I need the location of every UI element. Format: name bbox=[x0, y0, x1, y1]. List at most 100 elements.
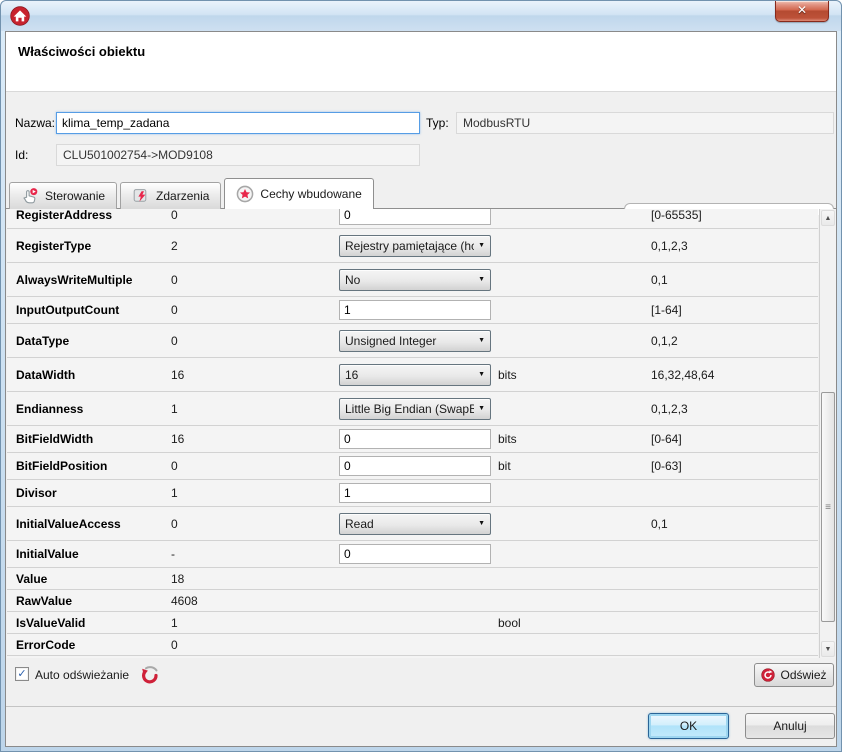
property-name: AlwaysWriteMultiple bbox=[16, 273, 132, 287]
id-field: CLU501002754->MOD9108 bbox=[56, 144, 420, 166]
property-row: IsValueValid 1 bool bbox=[7, 612, 818, 634]
property-row: RawValue4608 bbox=[7, 590, 818, 612]
cancel-button[interactable]: Anuluj bbox=[745, 713, 835, 739]
property-select[interactable]: Little Big Endian (SwapB▼ bbox=[339, 398, 491, 420]
tab-bar: Sterowanie Zdarzenia Cec bbox=[9, 178, 377, 209]
property-current-value: 2 bbox=[171, 239, 178, 253]
property-range: 0,1 bbox=[651, 517, 668, 531]
property-range: 0,1,2,3 bbox=[651, 239, 688, 253]
property-unit: bits bbox=[498, 432, 517, 446]
auto-refresh-label: Auto odświeżanie bbox=[35, 668, 129, 682]
property-unit: bool bbox=[498, 616, 521, 630]
property-value-input[interactable] bbox=[339, 456, 491, 476]
property-current-value: 0 bbox=[171, 209, 178, 222]
id-label: Id: bbox=[15, 148, 28, 162]
property-range: [1-64] bbox=[651, 303, 682, 317]
selected-option-label: No bbox=[345, 273, 474, 287]
ok-button[interactable]: OK bbox=[648, 713, 729, 739]
property-current-value: 16 bbox=[171, 432, 184, 446]
property-row: InputOutputCount 0 [1-64] bbox=[7, 297, 818, 324]
property-value-input[interactable] bbox=[339, 483, 491, 503]
name-label: Nazwa: bbox=[15, 116, 55, 130]
property-row: InitialValueAccess0Read▼0,1 bbox=[7, 507, 818, 541]
property-row: Divisor 1 bbox=[7, 480, 818, 507]
chevron-down-icon: ▼ bbox=[474, 520, 485, 527]
property-range: 0,1,2 bbox=[651, 334, 678, 348]
dialog-button-bar: OK Anuluj bbox=[6, 706, 836, 746]
chevron-down-icon: ▼ bbox=[474, 371, 485, 378]
chevron-down-icon: ▼ bbox=[474, 405, 485, 412]
chevron-down-icon: ▼ bbox=[474, 242, 485, 249]
vertical-scrollbar[interactable]: ▲ ≡ ▼ bbox=[819, 209, 836, 658]
property-row: DataWidth1616▼bits16,32,48,64 bbox=[7, 358, 818, 392]
property-select[interactable]: Read▼ bbox=[339, 513, 491, 535]
property-current-value: 1 bbox=[171, 616, 178, 630]
property-row: Value 18 bbox=[7, 568, 818, 590]
property-name: Endianness bbox=[16, 402, 83, 416]
property-current-value: 1 bbox=[171, 402, 178, 416]
refresh-button-icon bbox=[761, 668, 775, 682]
property-current-value: 16 bbox=[171, 368, 184, 382]
page-title: Właściwości obiektu bbox=[18, 44, 145, 59]
close-button[interactable]: ✕ bbox=[775, 1, 829, 22]
selected-option-label: Unsigned Integer bbox=[345, 334, 474, 348]
refresh-row: ✓ Auto odświeżanie Odśwież bbox=[6, 659, 836, 695]
property-name: RegisterType bbox=[16, 239, 91, 253]
property-select[interactable]: 16▼ bbox=[339, 364, 491, 386]
property-name: InputOutputCount bbox=[16, 303, 119, 317]
scroll-down-icon[interactable]: ▼ bbox=[821, 641, 835, 657]
property-range: 16,32,48,64 bbox=[651, 368, 714, 382]
property-select[interactable]: Unsigned Integer▼ bbox=[339, 330, 491, 352]
property-current-value: 1 bbox=[171, 486, 178, 500]
property-value-input[interactable] bbox=[339, 209, 491, 225]
property-row: InitialValue- bbox=[7, 541, 818, 568]
selected-option-label: Little Big Endian (SwapB bbox=[345, 402, 474, 416]
property-value-input[interactable] bbox=[339, 544, 491, 564]
property-value-input[interactable] bbox=[339, 429, 491, 449]
property-select[interactable]: No▼ bbox=[339, 269, 491, 291]
type-label: Typ: bbox=[426, 116, 449, 130]
property-range: 0,1 bbox=[651, 273, 668, 287]
object-properties-dialog: Właściwości obiektu Nazwa: Typ: ModbusRT… bbox=[5, 31, 837, 747]
tab-zdarzenia[interactable]: Zdarzenia bbox=[120, 182, 221, 209]
property-name: InitialValueAccess bbox=[16, 517, 121, 531]
property-name: BitFieldPosition bbox=[16, 459, 107, 473]
property-row: RegisterAddress 0 [0-65535] bbox=[7, 209, 818, 229]
refresh-button[interactable]: Odśwież bbox=[754, 663, 834, 687]
grenton-logo-icon bbox=[10, 6, 30, 26]
property-range: [0-63] bbox=[651, 459, 682, 473]
chevron-down-icon: ▼ bbox=[474, 337, 485, 344]
tab-label: Sterowanie bbox=[45, 189, 105, 203]
property-row: RegisterType 2 Rejestry pamiętające (hc▼ 0,… bbox=[7, 229, 818, 263]
titlebar[interactable]: ✕ bbox=[1, 1, 841, 31]
property-select[interactable]: Rejestry pamiętające (hc▼ bbox=[339, 235, 491, 257]
property-range: [0-65535] bbox=[651, 209, 702, 222]
property-name: IsValueValid bbox=[16, 616, 85, 630]
property-current-value: 0 bbox=[171, 303, 178, 317]
property-row: BitFieldPosition0bit[0-63] bbox=[7, 453, 818, 480]
name-input[interactable] bbox=[56, 112, 420, 134]
property-name: Value bbox=[16, 572, 47, 586]
chevron-down-icon: ▼ bbox=[474, 276, 485, 283]
tab-sterowanie[interactable]: Sterowanie bbox=[9, 182, 117, 209]
hand-pointer-icon bbox=[21, 187, 39, 205]
property-value-input[interactable] bbox=[339, 300, 491, 320]
property-name: Divisor bbox=[16, 486, 57, 500]
star-icon bbox=[236, 185, 254, 203]
scrollbar-thumb[interactable]: ≡ bbox=[821, 392, 835, 622]
property-current-value: 18 bbox=[171, 572, 184, 586]
selected-option-label: 16 bbox=[345, 368, 474, 382]
tab-label: Zdarzenia bbox=[156, 189, 209, 203]
scroll-up-icon[interactable]: ▲ bbox=[821, 210, 835, 226]
refresh-button-label: Odśwież bbox=[780, 668, 826, 682]
property-range: [0-64] bbox=[651, 432, 682, 446]
selected-option-label: Rejestry pamiętające (hc bbox=[345, 239, 474, 253]
selected-option-label: Read bbox=[345, 517, 474, 531]
property-name: RegisterAddress bbox=[16, 209, 112, 222]
property-current-value: 4608 bbox=[171, 594, 198, 608]
auto-refresh-icon bbox=[139, 664, 161, 686]
dialog-header: Właściwości obiektu bbox=[6, 32, 836, 92]
auto-refresh-checkbox[interactable]: ✓ bbox=[15, 667, 29, 681]
properties-table: RegisterAddress0[0-65535]RegisterType2Re… bbox=[7, 209, 818, 658]
tab-cechy-wbudowane[interactable]: Cechy wbudowane bbox=[224, 178, 373, 209]
